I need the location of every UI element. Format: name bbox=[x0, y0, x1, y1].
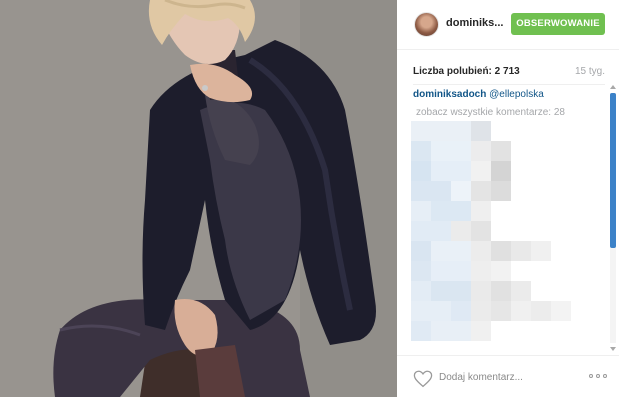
pixelated-comments bbox=[411, 121, 591, 346]
post-photo[interactable] bbox=[0, 0, 397, 397]
view-all-comments-link[interactable]: zobacz wszystkie komentarze: 28 bbox=[416, 107, 565, 118]
post-details-panel: dominiks... OBSERWOWANIE Liczba polubień… bbox=[397, 0, 619, 397]
caption-username[interactable]: dominiksadoch bbox=[413, 89, 486, 100]
avatar[interactable] bbox=[414, 12, 439, 37]
comments-list: dominiksadoch @ellepolska zobacz wszystk… bbox=[397, 85, 619, 355]
post-header: dominiks... OBSERWOWANIE bbox=[397, 0, 619, 50]
likes-row: Liczba polubień: 2 713 15 tyg. bbox=[413, 66, 605, 78]
portrait-photo bbox=[0, 0, 397, 397]
comments-scrollbar[interactable] bbox=[609, 85, 618, 355]
add-comment-input[interactable] bbox=[439, 368, 574, 386]
caption-mention[interactable]: @ellepolska bbox=[489, 89, 544, 100]
heart-icon[interactable] bbox=[413, 370, 433, 388]
scroll-down-icon[interactable] bbox=[610, 347, 616, 351]
follow-button[interactable]: OBSERWOWANIE bbox=[511, 13, 605, 35]
scroll-up-icon[interactable] bbox=[610, 85, 616, 89]
scroll-thumb[interactable] bbox=[610, 93, 616, 248]
ellipsis-icon[interactable] bbox=[589, 374, 607, 380]
post-caption: dominiksadoch @ellepolska bbox=[413, 89, 544, 100]
post-footer bbox=[397, 355, 619, 397]
likes-count[interactable]: Liczba polubień: 2 713 bbox=[413, 66, 520, 77]
post-time[interactable]: 15 tyg. bbox=[575, 66, 605, 77]
author-username[interactable]: dominiks... bbox=[446, 17, 503, 29]
